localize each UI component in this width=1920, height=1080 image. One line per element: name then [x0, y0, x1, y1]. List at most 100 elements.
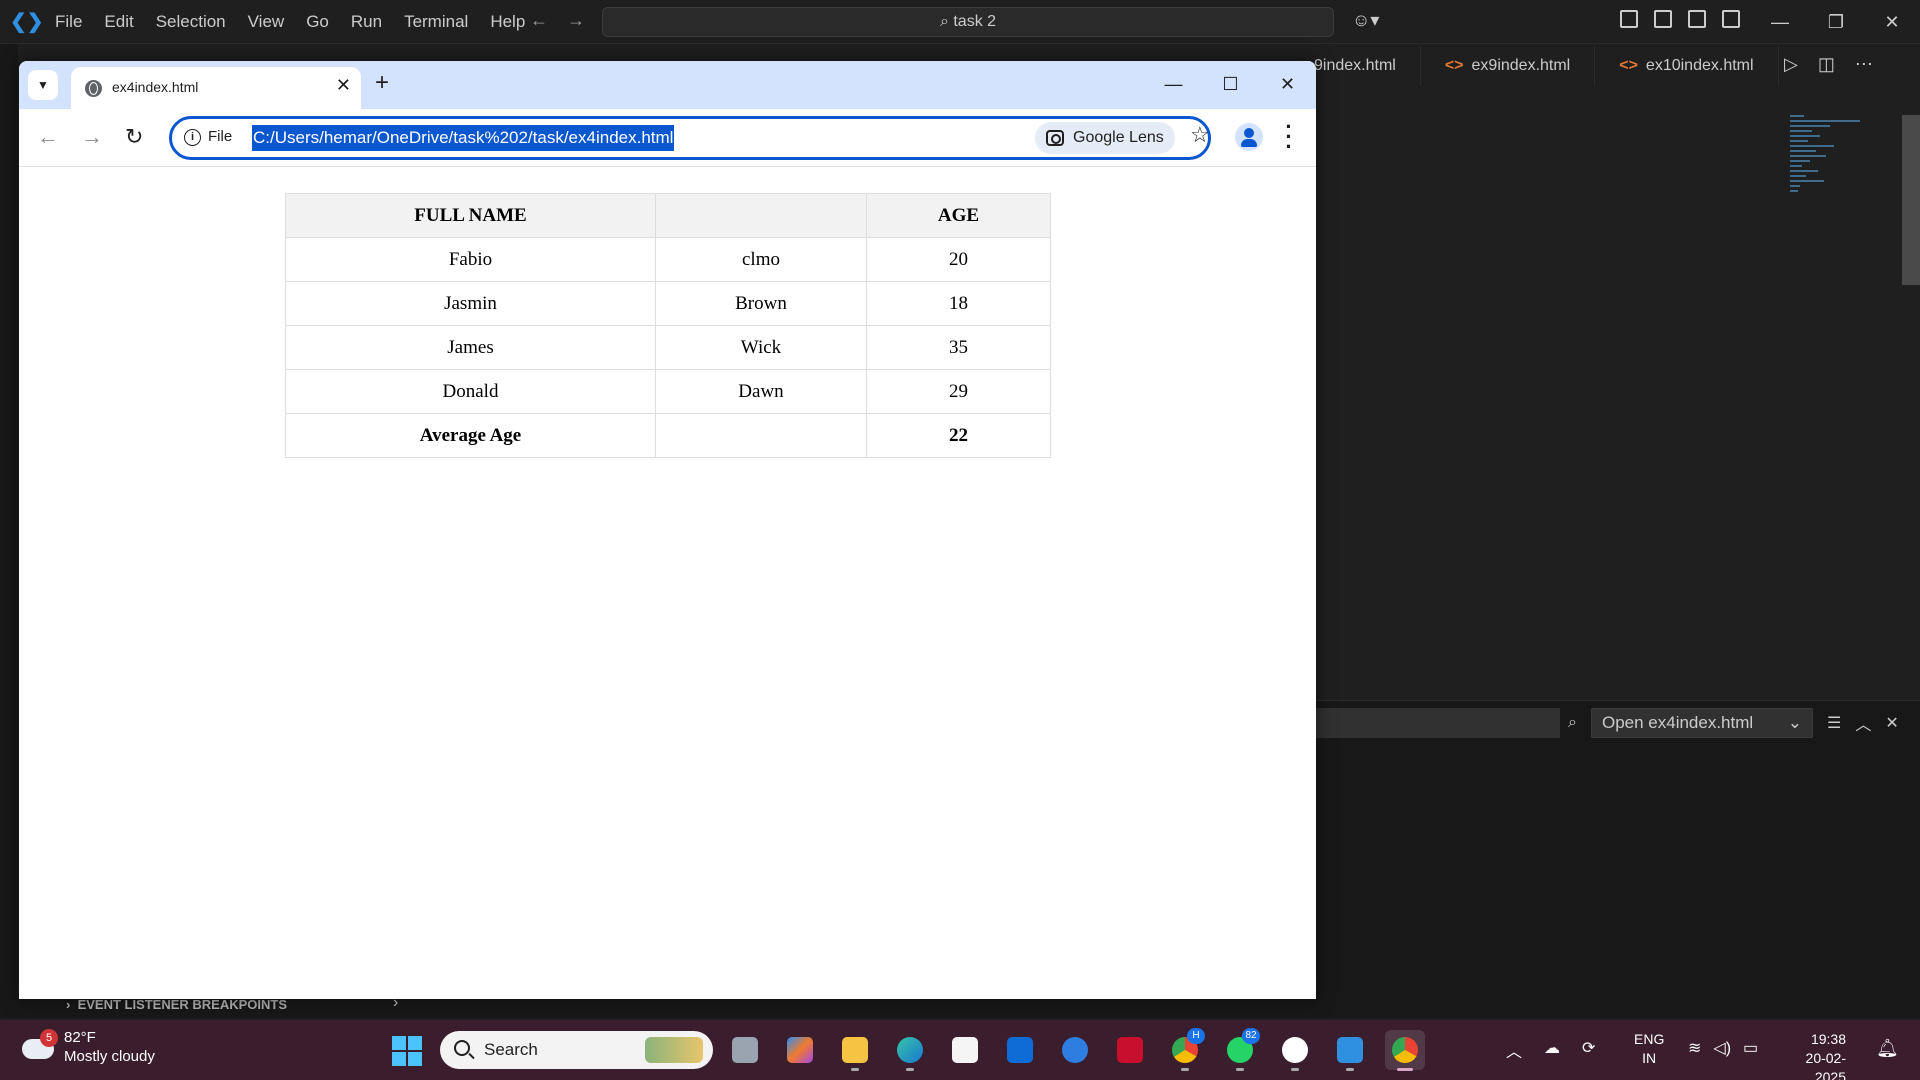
chevron-up-icon[interactable]: ︿	[1855, 711, 1871, 735]
info-icon[interactable]: i	[184, 129, 201, 146]
onedrive-cloud-icon[interactable]: ☁	[1544, 1038, 1560, 1062]
system-tray: ︿ ☁ ⟳	[1506, 1038, 1595, 1062]
menu-go[interactable]: Go	[295, 12, 340, 32]
age-table: FULL NAME AGE Fabio clmo 20 Jasmin Brown…	[285, 193, 1051, 458]
notification-bell-icon[interactable]: 🔔︎	[1876, 1038, 1899, 1059]
new-tab-button[interactable]: +	[375, 69, 389, 97]
editor-scrollbar[interactable]	[1902, 115, 1920, 285]
edge-app[interactable]	[890, 1030, 930, 1071]
scheme-chip[interactable]: File	[208, 128, 232, 145]
maximize-icon[interactable]: ☐	[1202, 61, 1259, 109]
back-arrow-icon[interactable]: ←	[37, 124, 59, 150]
help-app[interactable]	[1055, 1030, 1095, 1070]
toggle-sidebar-icon[interactable]	[1654, 10, 1672, 28]
whatsapp-app[interactable]: 82	[1220, 1028, 1260, 1071]
bookmark-star-icon[interactable]: ☆	[1190, 122, 1210, 148]
average-age-label: Average Age	[285, 413, 656, 458]
toggle-panel-icon[interactable]	[1688, 10, 1706, 28]
close-icon[interactable]: ✕	[1259, 61, 1316, 109]
chrome-menu-icon[interactable]: · · ·	[1285, 116, 1293, 158]
vscode-app[interactable]	[1330, 1030, 1370, 1071]
footer-blank-cell	[655, 413, 867, 458]
bottom-panel	[1316, 700, 1920, 995]
help-icon	[1062, 1037, 1088, 1063]
minimize-icon[interactable]: —	[1145, 61, 1202, 109]
url-text[interactable]: C:/Users/hemar/OneDrive/task%202/task/ex…	[252, 125, 675, 151]
menu-selection[interactable]: Selection	[145, 12, 237, 32]
first-name-cell: James	[285, 325, 656, 370]
editor-tab[interactable]: <> ex9index.html	[1421, 46, 1596, 86]
lens-label: Google Lens	[1073, 129, 1164, 146]
myhp-app[interactable]	[1000, 1030, 1040, 1070]
vscode-logo-icon: ❮❯	[10, 11, 44, 33]
chrome-toolbar: ← → ↻ i File C:/Users/hemar/OneDrive/tas…	[19, 109, 1316, 167]
header-age: AGE	[866, 193, 1051, 238]
temperature: 82°F	[64, 1029, 96, 1046]
quick-settings[interactable]: ≋ ◁) ▭	[1688, 1038, 1758, 1058]
table-row: Fabio clmo 20	[285, 237, 1051, 282]
toggle-secondary-sidebar-icon[interactable]	[1722, 10, 1740, 28]
copilot-icon[interactable]: ☺▾	[1352, 10, 1379, 31]
split-editor-icon[interactable]: ◫	[1818, 54, 1835, 75]
github-app[interactable]	[1275, 1030, 1315, 1071]
debug-console-select[interactable]: Open ex4index.html ⌄	[1590, 708, 1813, 738]
event-listener-breakpoints-section[interactable]: › EVENT LISTENER BREAKPOINTS	[66, 997, 287, 1012]
close-icon[interactable]: ✕	[1864, 0, 1920, 44]
task-view-button[interactable]	[725, 1030, 765, 1070]
start-button[interactable]	[392, 1036, 422, 1066]
taskbar-search[interactable]: Search	[440, 1031, 713, 1069]
table-header-row: FULL NAME AGE	[285, 193, 1051, 238]
sync-icon[interactable]: ⟳	[1582, 1038, 1595, 1062]
panel-toolbar: ⌕ Open ex4index.html ⌄ ☰ ︿ ✕	[1568, 708, 1899, 738]
store-app[interactable]	[945, 1030, 985, 1070]
more-actions-icon[interactable]: ⋯	[1855, 54, 1873, 75]
language-indicator[interactable]: ENG IN	[1634, 1030, 1664, 1068]
close-tab-icon[interactable]: ✕	[336, 75, 351, 96]
table-row: Donald Dawn 29	[285, 369, 1051, 414]
editor-tab[interactable]: <> ex10index.html	[1595, 46, 1779, 86]
forward-arrow-icon[interactable]: →	[567, 10, 585, 30]
restore-icon[interactable]: ❐	[1808, 0, 1864, 44]
run-icon[interactable]: ▷	[1784, 54, 1798, 75]
weather-badge: 5	[40, 1029, 58, 1047]
menu-edit[interactable]: Edit	[93, 12, 144, 32]
tab-search-button[interactable]: ▼	[28, 70, 58, 100]
search-icon[interactable]: ⌕	[1568, 714, 1577, 732]
forward-arrow-icon[interactable]: →	[81, 124, 103, 150]
minimap[interactable]	[1790, 115, 1870, 235]
menu-view[interactable]: View	[237, 12, 296, 32]
clear-console-icon[interactable]: ☰	[1827, 713, 1841, 733]
menu-run[interactable]: Run	[340, 12, 393, 32]
copilot-app[interactable]	[780, 1030, 820, 1070]
profile-avatar-icon[interactable]	[1235, 123, 1263, 151]
chrome-app[interactable]	[1385, 1030, 1425, 1071]
minimize-icon[interactable]: —	[1752, 0, 1808, 44]
menu-terminal[interactable]: Terminal	[393, 12, 479, 32]
customize-layout-icon[interactable]	[1620, 10, 1638, 28]
mcafee-app[interactable]	[1110, 1030, 1150, 1070]
first-name-cell: Jasmin	[285, 281, 656, 326]
clock[interactable]: 19:38 20-02-2025	[1786, 1030, 1846, 1080]
reload-icon[interactable]: ↻	[125, 124, 143, 150]
google-lens-button[interactable]: Google Lens	[1035, 122, 1175, 154]
menu-file[interactable]: File	[44, 12, 93, 32]
chrome-window: ▼ ex4index.html ✕ + — ☐ ✕ ← → ↻ i File C…	[19, 61, 1316, 999]
weather-condition: Mostly cloudy	[64, 1048, 155, 1065]
address-bar[interactable]: i File C:/Users/hemar/OneDrive/task%202/…	[169, 116, 1211, 160]
folder-icon	[842, 1037, 868, 1063]
age-cell: 35	[866, 325, 1051, 370]
menu-help[interactable]: Help	[479, 12, 536, 32]
table-footer-row: Average Age 22	[285, 413, 1051, 458]
tab-label: 9index.html	[1314, 57, 1396, 74]
file-explorer-app[interactable]	[835, 1030, 875, 1071]
html-file-icon: <>	[1619, 57, 1638, 74]
mcafee-icon	[1117, 1037, 1143, 1063]
chrome-profile-app[interactable]: H	[1165, 1028, 1205, 1071]
chevron-up-icon[interactable]: ︿	[1506, 1038, 1522, 1062]
back-arrow-icon[interactable]: ←	[530, 10, 548, 30]
panel-filter-input[interactable]	[1316, 708, 1560, 738]
command-center-search[interactable]: ⌕ task 2	[602, 7, 1334, 37]
chrome-tab[interactable]: ex4index.html ✕	[71, 67, 361, 109]
language-code: ENG	[1634, 1031, 1665, 1047]
close-panel-icon[interactable]: ✕	[1885, 713, 1898, 733]
